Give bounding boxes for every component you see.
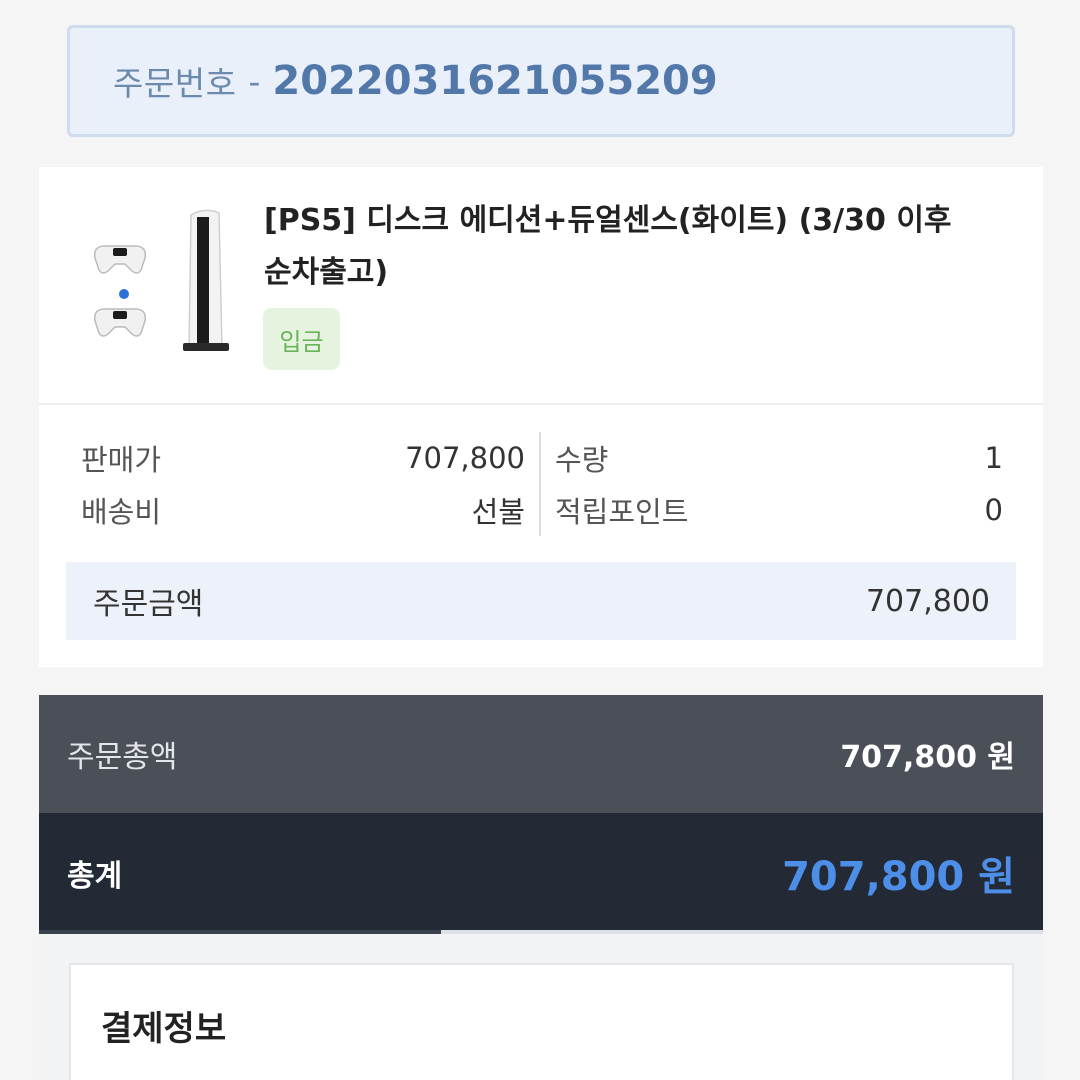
- order-number-value: 2022031621055209: [272, 58, 718, 104]
- order-number-banner: 주문번호 - 2022031621055209: [67, 25, 1015, 137]
- order-amount-row: 주문금액 707,800: [66, 562, 1016, 640]
- payment-info-panel: 결제정보: [69, 963, 1014, 1080]
- sale-price-label: 판매가: [81, 443, 162, 477]
- quantity-label: 수량: [555, 443, 609, 477]
- shipping-fee-label: 배송비: [81, 495, 162, 529]
- reward-points-label: 적립포인트: [555, 495, 689, 529]
- card-divider: [39, 403, 1043, 405]
- details-divider: [539, 432, 541, 536]
- order-amount-value: 707,800: [865, 583, 990, 619]
- quantity-value: 1: [984, 441, 1003, 475]
- grand-total-label: 총계: [67, 859, 123, 894]
- order-amount-label: 주문금액: [93, 587, 204, 622]
- reward-points-value: 0: [984, 493, 1003, 527]
- order-total-row: 주문총액 707,800 원: [39, 695, 1043, 813]
- order-item-card: [PS5] 디스크 에디션+듀얼센스(화이트) (3/30 이후 순차출고) 입…: [39, 167, 1043, 667]
- sale-price-value: 707,800: [405, 441, 525, 475]
- grand-total-value: 707,800 원: [782, 854, 1015, 900]
- product-title-line-2: 순차출고): [264, 255, 389, 290]
- product-title[interactable]: [PS5] 디스크 에디션+듀얼센스(화이트) (3/30 이후 순차출고): [264, 195, 1024, 299]
- order-number-label: 주문번호: [113, 64, 237, 103]
- shipping-fee-value: 선불: [471, 495, 525, 529]
- ps5-console-with-controllers-image[interactable]: [79, 197, 259, 367]
- product-row[interactable]: [PS5] 디스크 에디션+듀얼센스(화이트) (3/30 이후 순차출고): [39, 167, 1043, 403]
- order-total-value: 707,800 원: [840, 740, 1015, 775]
- grand-total-row: 총계 707,800 원: [39, 813, 1043, 933]
- order-total-label: 주문총액: [67, 740, 178, 775]
- payment-status-badge: 입금: [263, 308, 340, 370]
- order-number-separator: -: [248, 61, 261, 101]
- payment-info-title: 결제정보: [101, 1009, 227, 1049]
- product-title-line-1: [PS5] 디스크 에디션+듀얼센스(화이트) (3/30 이후: [264, 203, 952, 238]
